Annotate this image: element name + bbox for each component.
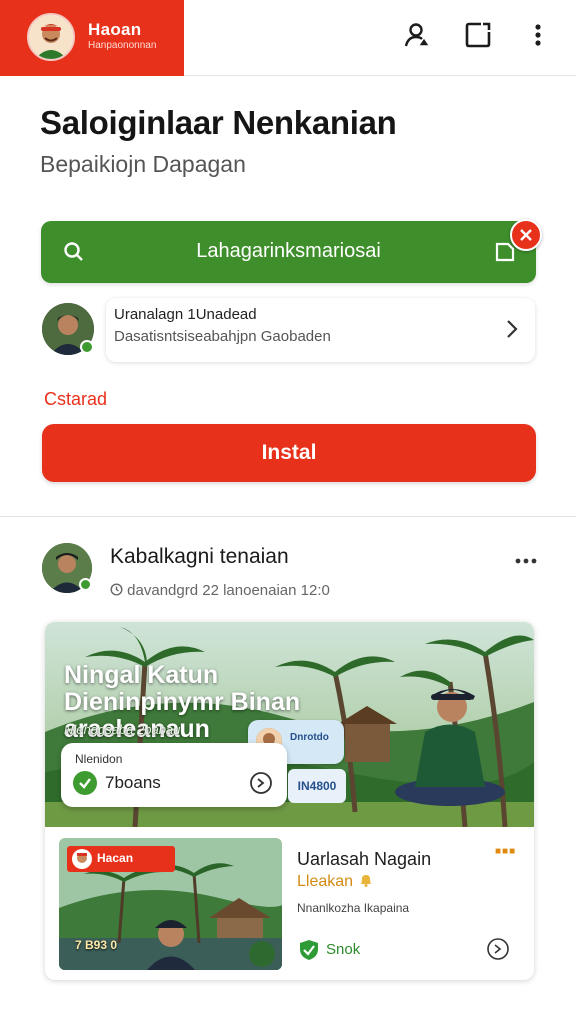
rating-dots: ■■■: [495, 846, 517, 857]
price-badge: IN4800: [288, 769, 346, 803]
search-bar[interactable]: Lahagarinksmariosai: [41, 221, 536, 283]
post-media[interactable]: Ningal Katun Dieninpinymr Binan araelean…: [45, 622, 534, 980]
profile-card[interactable]: Uranalagn 1Unadead Dasatisntsiseabahjpn …: [106, 298, 535, 362]
post-author[interactable]: Kabalkagni tenaian: [110, 545, 289, 569]
brand-block[interactable]: Haoan Hanpaononnan: [0, 0, 184, 76]
card-thumbnail[interactable]: Hacan 7 B93 0: [59, 838, 282, 970]
add-user-icon[interactable]: [400, 18, 434, 52]
timestamp-text: davandgrd 22 lanoenaian 12:0: [127, 582, 330, 599]
page-title: Saloiginlaar Nenkanian: [40, 104, 397, 141]
status-label: Cstarad: [44, 389, 108, 409]
mini-card[interactable]: Nlenidon 7boans: [61, 743, 287, 807]
search-text: Lahagarinksmariosai: [196, 240, 381, 262]
install-button[interactable]: Instal: [42, 424, 536, 482]
shield-check-icon: [299, 939, 319, 961]
mini-card-label: Nlenidon: [75, 752, 123, 766]
clock-icon: [110, 582, 127, 599]
post-timestamp: davandgrd 22 lanoenaian 12:0: [110, 582, 330, 599]
close-button[interactable]: [510, 219, 542, 251]
brand-subtitle: Hanpaononnan: [88, 40, 157, 51]
app-header: Haoan Hanpaononnan: [0, 0, 576, 76]
brand-logo-icon: [72, 849, 92, 869]
banner-caption: Nlenggsaba 2babau: [64, 722, 181, 737]
card-subtitle-text: Lleakan: [297, 873, 354, 890]
profile-name: Uranalagn 1Unadead: [114, 306, 257, 323]
brand-title: Haoan: [88, 20, 142, 39]
online-indicator: [79, 578, 92, 591]
chevron-right-icon: [503, 318, 521, 345]
page-subtitle: Bepaikiojn Dapagan: [40, 151, 246, 177]
arrow-circle-icon[interactable]: [486, 937, 510, 966]
card-title: Uarlasah Nagain: [297, 849, 432, 869]
brand-logo: [27, 13, 75, 61]
more-horizontal-icon[interactable]: [514, 548, 538, 571]
mini-card-value: 7boans: [105, 773, 161, 792]
thumb-caption: 7 B93 0: [75, 938, 118, 952]
more-vertical-icon[interactable]: [521, 18, 555, 52]
card-action-link[interactable]: Snok: [326, 941, 360, 958]
chip-label: Dnrotdo: [290, 732, 329, 743]
thumb-brand-text: Hacan: [97, 851, 134, 865]
thumb-brand-badge: Hacan: [67, 846, 175, 872]
profile-description: Dasatisntsiseabahjpn Gaobaden: [114, 328, 331, 345]
share-icon[interactable]: [461, 18, 495, 52]
online-indicator: [80, 340, 94, 354]
divider: [0, 516, 576, 517]
arrow-circle-icon[interactable]: [249, 771, 273, 800]
check-icon: [73, 771, 97, 795]
banner-image[interactable]: Ningal Katun Dieninpinymr Binan araelean…: [45, 622, 534, 827]
bell-icon: [358, 873, 374, 890]
card-subtitle: Lleakan: [297, 872, 374, 891]
card-description: Nnanlkozha Ikapaina: [297, 901, 410, 915]
close-icon: [520, 229, 532, 241]
